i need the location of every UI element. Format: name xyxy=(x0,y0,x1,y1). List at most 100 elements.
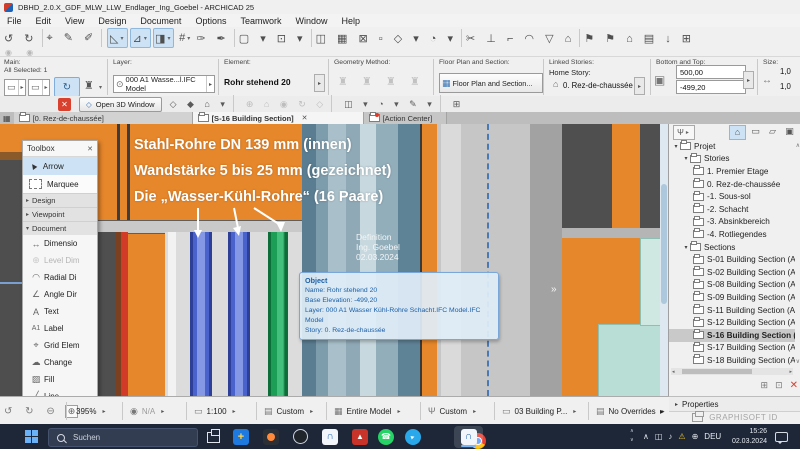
tree-item-section[interactable]: S-18 Building Section (Auto- xyxy=(669,354,795,367)
menu-document[interactable]: Document xyxy=(133,16,188,26)
tree-item-stories[interactable]: ▾Stories xyxy=(669,153,795,166)
menu-file[interactable]: File xyxy=(0,16,29,26)
toolbox-group-document[interactable]: ▾Document xyxy=(23,221,97,235)
tree-item-sections[interactable]: ▾Sections xyxy=(669,241,795,254)
close-palette-button[interactable]: ✕ xyxy=(58,98,71,111)
render-icons[interactable]: ◫ ▾ ◔ ▾ ✎ ▾ xyxy=(344,99,436,110)
whatsapp-app-icon[interactable]: ☎ xyxy=(378,429,394,445)
layout-book-icon[interactable]: ▱ xyxy=(765,125,780,138)
tree-item-project[interactable]: ▾Projet xyxy=(669,140,795,153)
element-expander[interactable]: ▸ xyxy=(314,74,325,92)
tool-angle-dimension[interactable]: ∠Angle Dir xyxy=(23,286,97,303)
tab-floorplan[interactable]: [0. Rez-de-chaussée] xyxy=(14,112,193,124)
telegram-app-icon[interactable]: ▸ xyxy=(405,429,421,445)
guide-lines-button[interactable]: ◺▾ xyxy=(107,28,128,48)
toolbox-group-viewpoint[interactable]: ▸Viewpoint xyxy=(23,207,97,221)
navigator-pin-button[interactable]: Ψ▸ xyxy=(673,125,695,140)
search-input[interactable] xyxy=(71,432,175,443)
flag-tools-icons[interactable]: ⚑ ⚑ ⌂ ▤ ↓ ⊞ xyxy=(584,32,695,45)
tool-arrow[interactable]: ▲ Arrow xyxy=(23,157,97,175)
undo-redo-icons[interactable]: ↺ ↻ xyxy=(4,32,38,45)
window-restore-icon[interactable] xyxy=(692,413,703,422)
tool-marquee[interactable]: Marquee xyxy=(23,175,97,193)
tree-item-section[interactable]: S-17 Building Section (Auto- xyxy=(669,342,795,355)
tree-item-section[interactable]: S-09 Building Section (Auto- xyxy=(669,291,795,304)
layout-icons[interactable]: ⊞ xyxy=(453,99,465,110)
menu-edit[interactable]: Edit xyxy=(29,16,59,26)
language-indicator[interactable]: DEU xyxy=(704,432,721,441)
obs-app-icon[interactable] xyxy=(293,429,308,444)
tree-item-story[interactable]: -1. Sous-sol xyxy=(669,190,795,203)
archicad-running-app[interactable]: ∩ xyxy=(454,426,483,448)
tool-change[interactable]: ☁Change xyxy=(23,354,97,371)
scrollbar-thumb[interactable] xyxy=(661,184,667,304)
floorplan-section-button[interactable]: ▦ Floor Plan and Section... xyxy=(439,73,543,93)
view-tools-icons[interactable]: ◫ ▦ ⊠ ▫ ◇ ▾ ◔ ▾ xyxy=(316,32,457,45)
tree-item-section-selected[interactable]: S-16 Building Section (Auto xyxy=(669,329,795,342)
bottom-elevation-field[interactable] xyxy=(676,80,746,94)
view-map-icon[interactable]: ▭ xyxy=(748,125,763,138)
task-view-icon[interactable] xyxy=(207,432,220,443)
tree-item-section[interactable]: S-01 Building Section (Auto- xyxy=(669,253,795,266)
menu-options[interactable]: Options xyxy=(188,16,233,26)
graphic-overrides-control[interactable]: ▤No Overrides▸ xyxy=(596,397,665,425)
snap-grid-button[interactable]: #▾ xyxy=(176,29,195,47)
statusbar-more-button[interactable]: ▸ xyxy=(660,397,664,425)
tool-grid-element[interactable]: ⌖Grid Elem xyxy=(23,337,97,354)
menu-help[interactable]: Help xyxy=(335,16,368,26)
tray-app-icon-2[interactable]: ♪ xyxy=(668,432,672,441)
snap-guides-button[interactable]: ⊿▾ xyxy=(130,28,151,48)
tree-item-section[interactable]: S-12 Building Section (Auto- xyxy=(669,316,795,329)
menu-teamwork[interactable]: Teamwork xyxy=(233,16,288,26)
archicad-pinned-icon[interactable]: ∩ xyxy=(322,429,338,445)
taskbar-search[interactable] xyxy=(48,428,198,447)
parameter-pickup-icons[interactable]: ⌖ ✎ ✐ xyxy=(47,31,98,45)
marquee-lock-icons[interactable]: ▢ ▾ ⊡ ▾ xyxy=(239,32,307,45)
toolbox-close-icon[interactable]: ✕ xyxy=(87,145,93,153)
zoom-nav-buttons[interactable]: ↺ ↻ ⊖ ⊕ xyxy=(4,397,78,425)
layer-selector[interactable]: ⊙ 000 A1 Wasse...l.IFC Model ▸ xyxy=(113,75,215,93)
scrollbar-thumb[interactable] xyxy=(682,369,752,374)
toolbox-app-icon[interactable]: + xyxy=(233,429,249,445)
tree-item-story[interactable]: 0. Rez-de-chaussée xyxy=(669,178,795,191)
bottom-top-expander[interactable]: ▸ xyxy=(743,71,754,89)
linked-stories-expander[interactable]: ▸ xyxy=(634,77,645,95)
zoom-level-control[interactable]: 395%▸ xyxy=(76,397,105,425)
layer-combination-control[interactable]: ▤Custom▸ xyxy=(264,397,313,425)
close-tab-icon[interactable]: ✕ xyxy=(302,114,308,122)
tool-dimension[interactable]: ↔Dimensio xyxy=(23,235,97,252)
tree-item-section[interactable]: S-11 Building Section (Auto- xyxy=(669,304,795,317)
tool-settings-dropdown-1[interactable]: ▭▸ xyxy=(4,79,26,96)
tree-item-story[interactable]: 1. Premier Etage xyxy=(669,165,795,178)
graphisoft-id-bar[interactable]: GRAPHISOFT ID xyxy=(669,410,800,424)
open-3d-window-button[interactable]: ◇ Open 3D Window xyxy=(79,97,162,112)
layer-visibility-icon[interactable]: ⊙ xyxy=(114,79,126,90)
project-map-icon[interactable]: ⌂ xyxy=(729,125,746,140)
tool-radial-dimension[interactable]: ◠Radial Di xyxy=(23,269,97,286)
tree-horizontal-scrollbar[interactable]: ◂ ▸ xyxy=(671,368,793,375)
tool-label[interactable]: A1Label xyxy=(23,320,97,337)
tab-action-center[interactable]: [Action Center] xyxy=(364,112,447,124)
object-tool-icon[interactable]: ♜ xyxy=(84,79,94,92)
new-folder-icon[interactable]: ⊞ xyxy=(761,380,769,391)
canvas-vertical-scrollbar[interactable] xyxy=(660,124,668,396)
pen-icons[interactable]: ✑ ✒ xyxy=(196,32,230,45)
taskbar-clock[interactable]: 15:26 02.03.2024 xyxy=(727,427,767,446)
menu-window[interactable]: Window xyxy=(288,16,334,26)
tool-settings-dropdown-2[interactable]: ▭▸ xyxy=(28,79,50,96)
top-elevation-field[interactable] xyxy=(676,65,746,79)
tree-item-story[interactable]: -2. Schacht xyxy=(669,203,795,216)
notification-center-icon[interactable] xyxy=(775,432,788,442)
menu-view[interactable]: View xyxy=(58,16,91,26)
structure-display-control[interactable]: ▦Entire Model▸ xyxy=(334,397,400,425)
network-icon[interactable]: ⊕ xyxy=(692,432,699,441)
edit-tools-icons[interactable]: ✂ ⊥ ⌐ ◠ ▽ ⌂ xyxy=(466,32,575,45)
new-viewpoint-icon[interactable]: ⊡ xyxy=(775,380,783,391)
tree-item-story[interactable]: -3. Absinkbereich xyxy=(669,216,795,229)
tool-text[interactable]: AText xyxy=(23,303,97,320)
pen-set-control[interactable]: ▭03 Building P...▸ xyxy=(502,397,576,425)
security-shield-icon[interactable]: ⚠ xyxy=(678,432,685,441)
tree-scroll-up[interactable]: ∧ xyxy=(796,142,800,149)
archicad-active-icon[interactable]: ∩ xyxy=(461,429,477,445)
partial-structure-control[interactable]: ΨCustom▸ xyxy=(428,397,476,425)
